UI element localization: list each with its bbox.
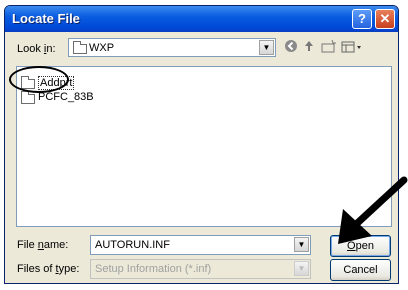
pointer-arrow-icon [338, 176, 408, 244]
